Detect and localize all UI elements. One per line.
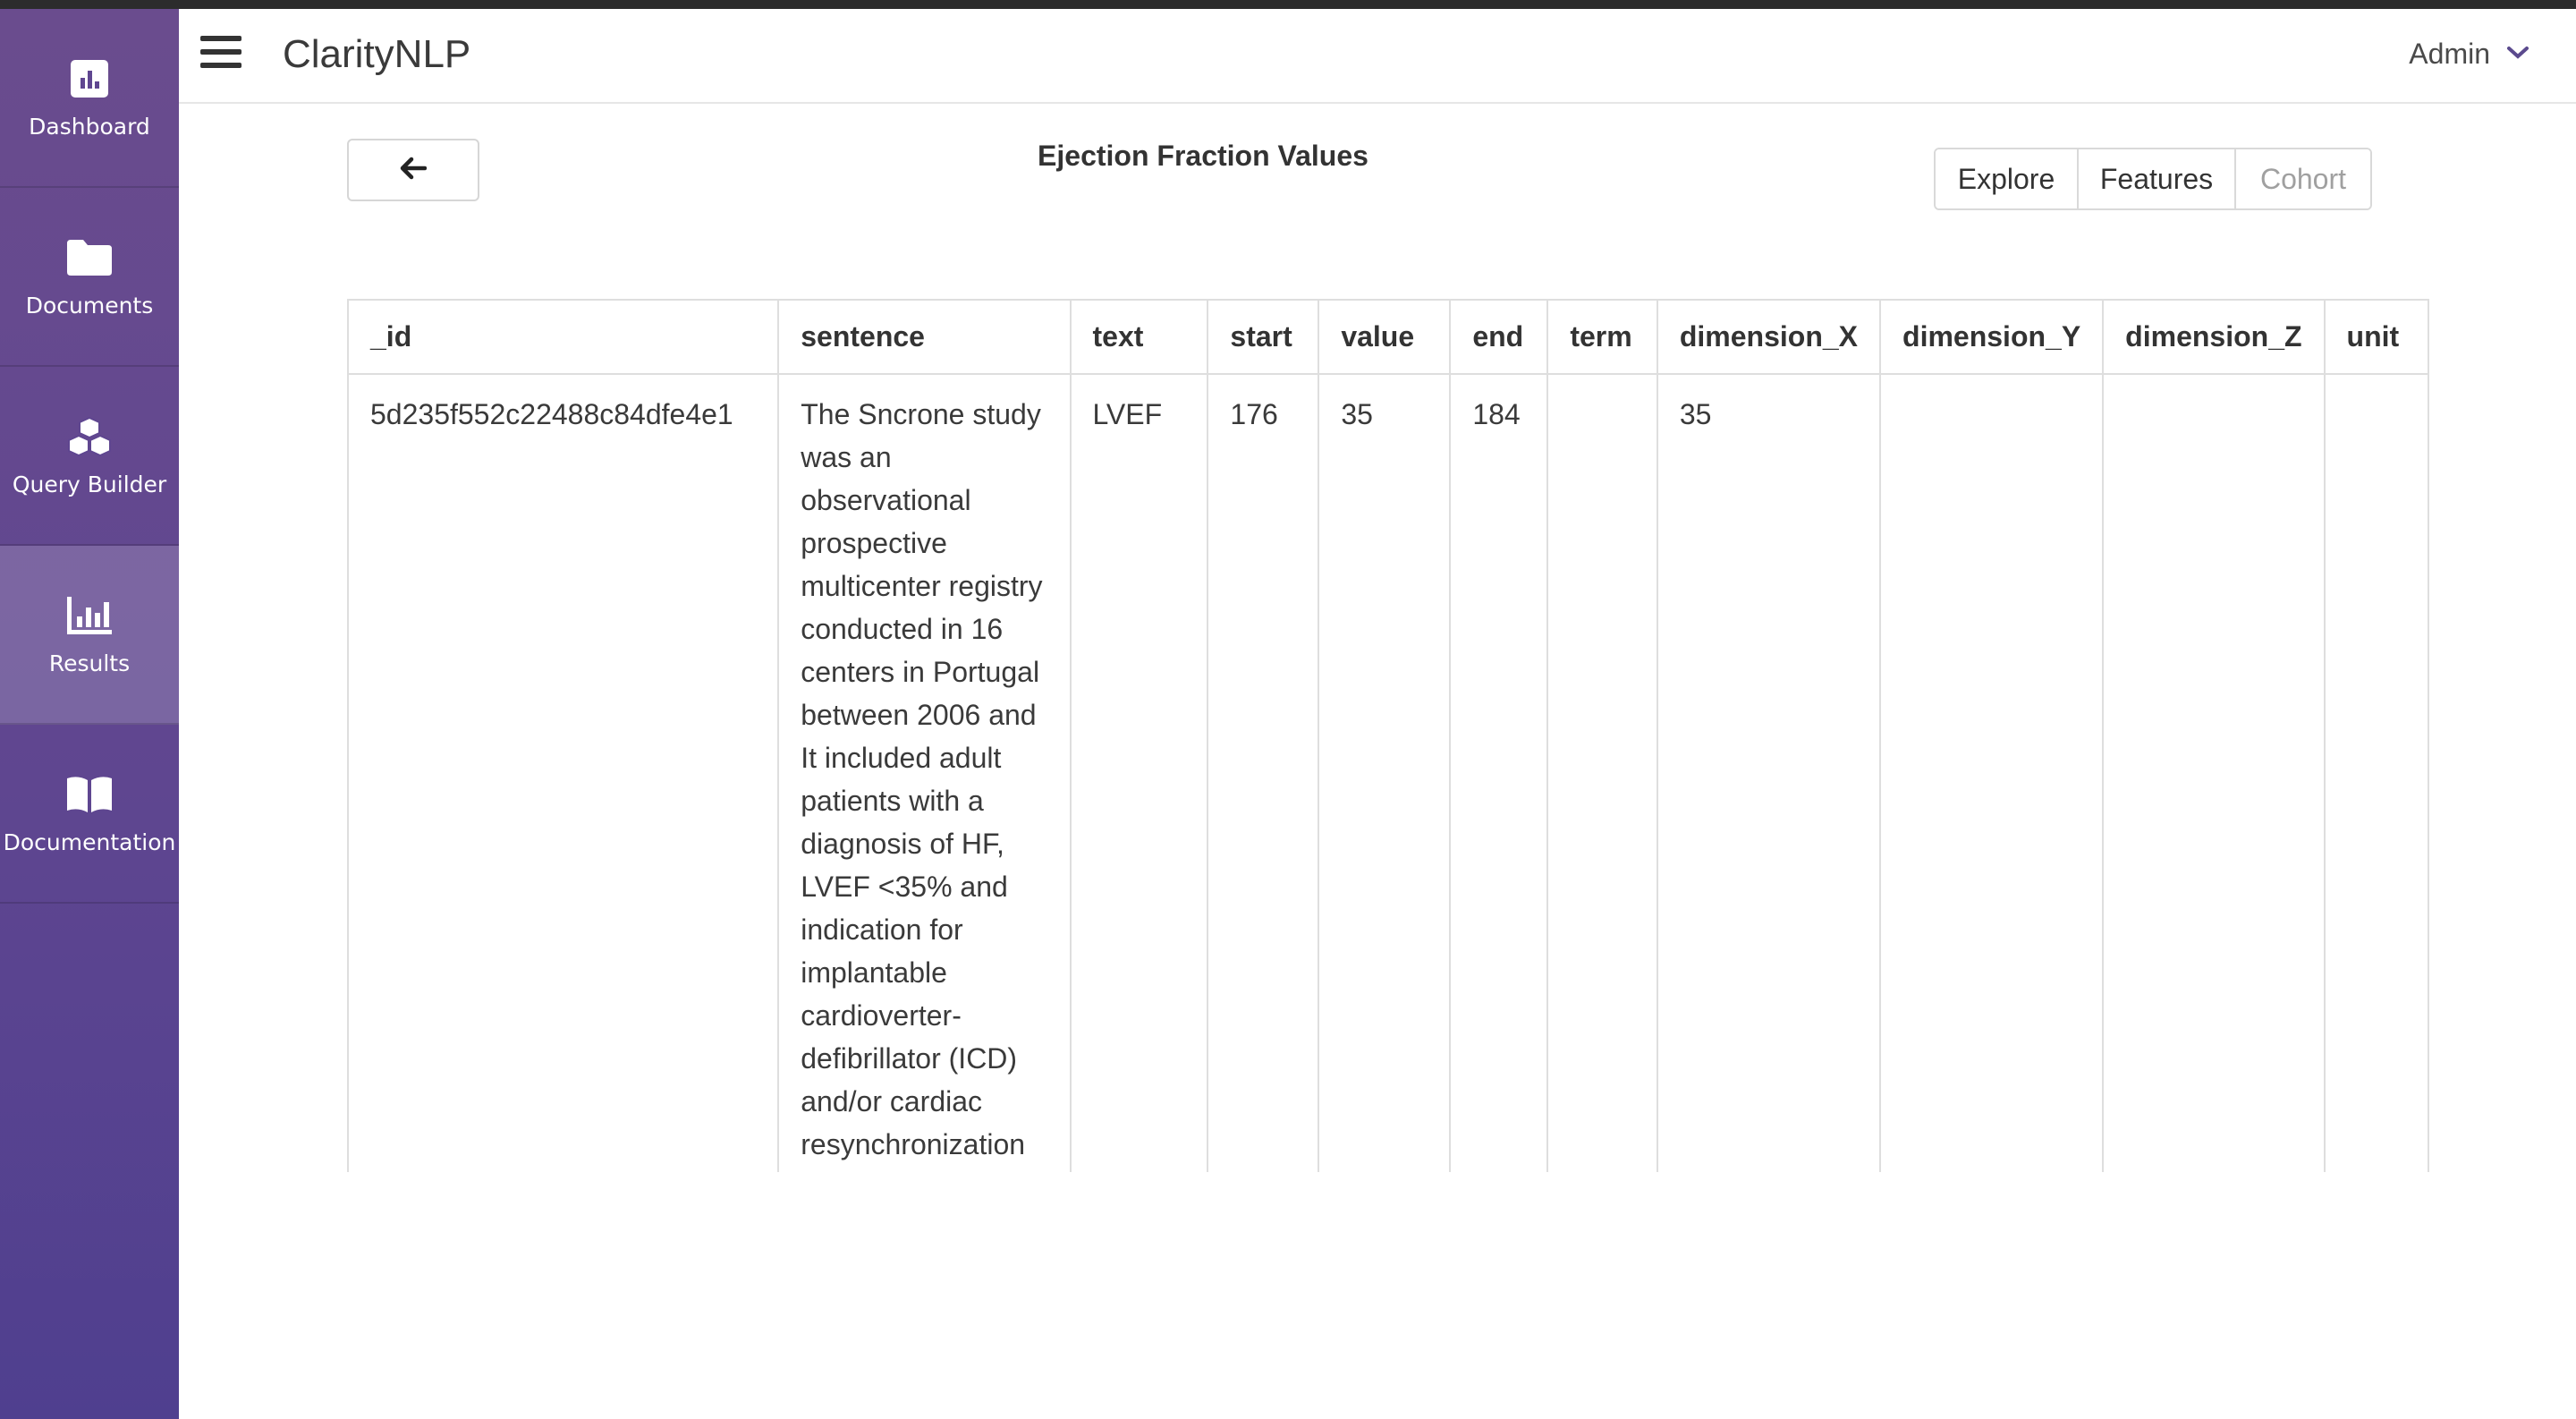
cell-unit: [2324, 374, 2429, 1172]
features-button[interactable]: Features: [2079, 149, 2236, 208]
cell-text: LVEF: [1070, 374, 1209, 1172]
sidebar-item-results[interactable]: Results: [0, 546, 179, 725]
column-header-start[interactable]: start: [1208, 301, 1320, 375]
column-header-sentence[interactable]: sentence: [778, 301, 1072, 375]
column-header-term[interactable]: term: [1547, 301, 1658, 375]
sidebar-item-label: Query Builder: [12, 471, 167, 497]
column-header-dimension-y[interactable]: dimension_Y: [1880, 301, 2105, 375]
sidebar-item-label: Dashboard: [29, 113, 150, 140]
sidebar-item-dashboard[interactable]: Dashboard: [0, 9, 179, 188]
table-header-row: _id sentence text start value end term d…: [349, 301, 2429, 375]
results-table-container[interactable]: _id sentence text start value end term d…: [347, 299, 2429, 1172]
sidebar-item-documents[interactable]: Documents: [0, 188, 179, 367]
cell-dimension-x: 35: [1657, 374, 1882, 1172]
top-strip: [0, 0, 2576, 9]
column-header-end[interactable]: end: [1450, 301, 1549, 375]
explore-button[interactable]: Explore: [1936, 149, 2079, 208]
sidebar: Dashboard Documents Query Builder Result…: [0, 9, 179, 1419]
column-header-dimension-z[interactable]: dimension_Z: [2103, 301, 2326, 375]
cell-id: 5d235f552c22488c84dfe4e1: [349, 374, 780, 1172]
column-header-dimension-x[interactable]: dimension_X: [1657, 301, 1882, 375]
folder-icon: [67, 235, 112, 280]
table-row[interactable]: 5d235f552c22488c84dfe4e1 The Sncrone stu…: [349, 374, 2429, 1172]
arrow-left-icon: [400, 157, 428, 183]
column-header-value[interactable]: value: [1318, 301, 1452, 375]
cell-dimension-y: [1880, 374, 2105, 1172]
app-header: ClarityNLP Admin: [179, 9, 2576, 104]
cell-start: 176: [1208, 374, 1320, 1172]
cohort-button[interactable]: Cohort: [2236, 149, 2370, 208]
view-switcher: Explore Features Cohort: [1934, 148, 2372, 210]
sidebar-item-documentation[interactable]: Documentation: [0, 725, 179, 904]
sidebar-item-label: Documentation: [3, 828, 176, 855]
back-button[interactable]: [347, 139, 479, 201]
dashboard-icon: [67, 56, 112, 101]
cell-sentence: The Sncrone study was an observational p…: [778, 374, 1072, 1172]
menu-icon[interactable]: [200, 36, 242, 75]
book-icon: [67, 772, 112, 817]
cell-end: 184: [1450, 374, 1549, 1172]
column-header-unit[interactable]: unit: [2324, 301, 2429, 375]
column-header-text[interactable]: text: [1070, 301, 1209, 375]
results-table: _id sentence text start value end term d…: [349, 301, 2429, 1172]
sidebar-item-query-builder[interactable]: Query Builder: [0, 367, 179, 546]
app-title: ClarityNLP: [283, 32, 471, 76]
chevron-down-icon: [2506, 46, 2529, 64]
user-menu[interactable]: Admin: [2409, 38, 2529, 71]
cubes-icon: [67, 414, 112, 459]
column-header-id[interactable]: _id: [349, 301, 780, 375]
page-title: Ejection Fraction Values: [1038, 140, 1368, 172]
sidebar-item-label: Documents: [25, 292, 154, 319]
cell-value: 35: [1318, 374, 1452, 1172]
cell-term: [1547, 374, 1658, 1172]
cell-dimension-z: [2103, 374, 2326, 1172]
user-name: Admin: [2409, 38, 2490, 70]
bar-chart-icon: [67, 593, 112, 638]
sidebar-item-label: Results: [48, 650, 131, 676]
